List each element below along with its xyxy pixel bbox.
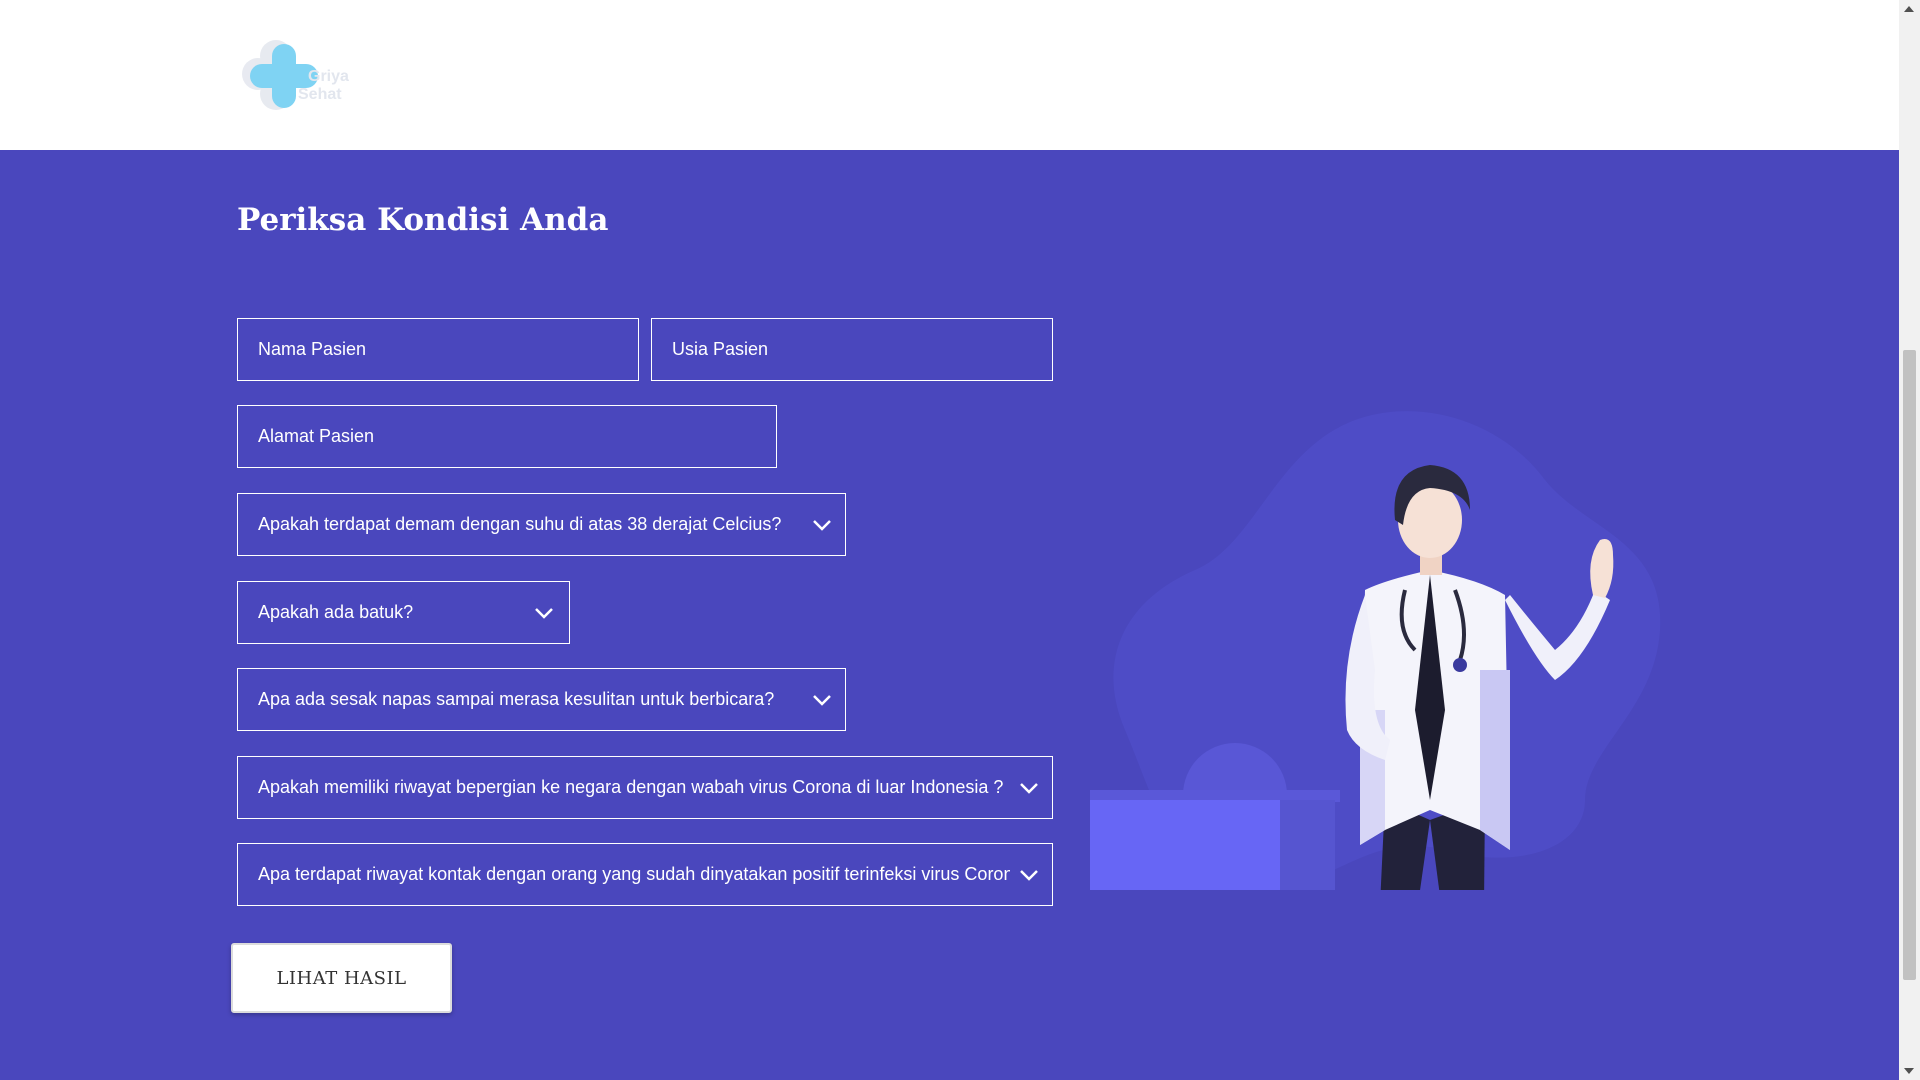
scroll-thumb[interactable] <box>1903 350 1916 980</box>
select-label: Apakah ada batuk? <box>258 602 414 622</box>
patient-age-input[interactable] <box>651 318 1053 381</box>
doctor-illustration <box>1090 411 1661 890</box>
travel-history-select[interactable]: Apakah memiliki riwayat bepergian ke neg… <box>237 756 1053 819</box>
brand-name-line1: Griya <box>308 68 349 85</box>
site-header: Griya Sehat <box>0 0 1899 150</box>
chevron-down-icon <box>535 607 553 619</box>
chevron-down-icon <box>813 519 831 531</box>
page-title: Periksa Kondisi Anda <box>237 202 609 238</box>
select-label: Apakah memiliki riwayat bepergian ke neg… <box>258 777 1004 797</box>
shortness-of-breath-select[interactable]: Apa ada sesak napas sampai merasa kesuli… <box>237 668 846 731</box>
check-condition-section: Periksa Kondisi Anda Apakah terdapat dem… <box>0 150 1899 1080</box>
scroll-down-arrow-icon[interactable] <box>1904 1068 1914 1074</box>
cough-question-select[interactable]: Apakah ada batuk? <box>237 581 570 644</box>
brand-name: Griya Sehat <box>298 68 349 104</box>
contact-history-select[interactable]: Apa terdapat riwayat kontak dengan orang… <box>237 843 1053 906</box>
select-label: Apa terdapat riwayat kontak dengan orang… <box>258 864 1010 884</box>
patient-address-input[interactable] <box>237 405 777 468</box>
see-result-button[interactable]: LIHAT HASIL <box>231 943 452 1013</box>
chevron-down-icon <box>1020 869 1038 881</box>
page-scrollbar[interactable] <box>1899 0 1920 1080</box>
select-label: Apakah terdapat demam dengan suhu di ata… <box>258 514 782 534</box>
brand-name-line2: Sehat <box>298 86 342 103</box>
fever-question-select[interactable]: Apakah terdapat demam dengan suhu di ata… <box>237 493 846 556</box>
chevron-down-icon <box>813 694 831 706</box>
select-label: Apa ada sesak napas sampai merasa kesuli… <box>258 689 775 709</box>
chevron-down-icon <box>1020 782 1038 794</box>
patient-name-input[interactable] <box>237 318 639 381</box>
scroll-up-arrow-icon[interactable] <box>1904 6 1914 12</box>
